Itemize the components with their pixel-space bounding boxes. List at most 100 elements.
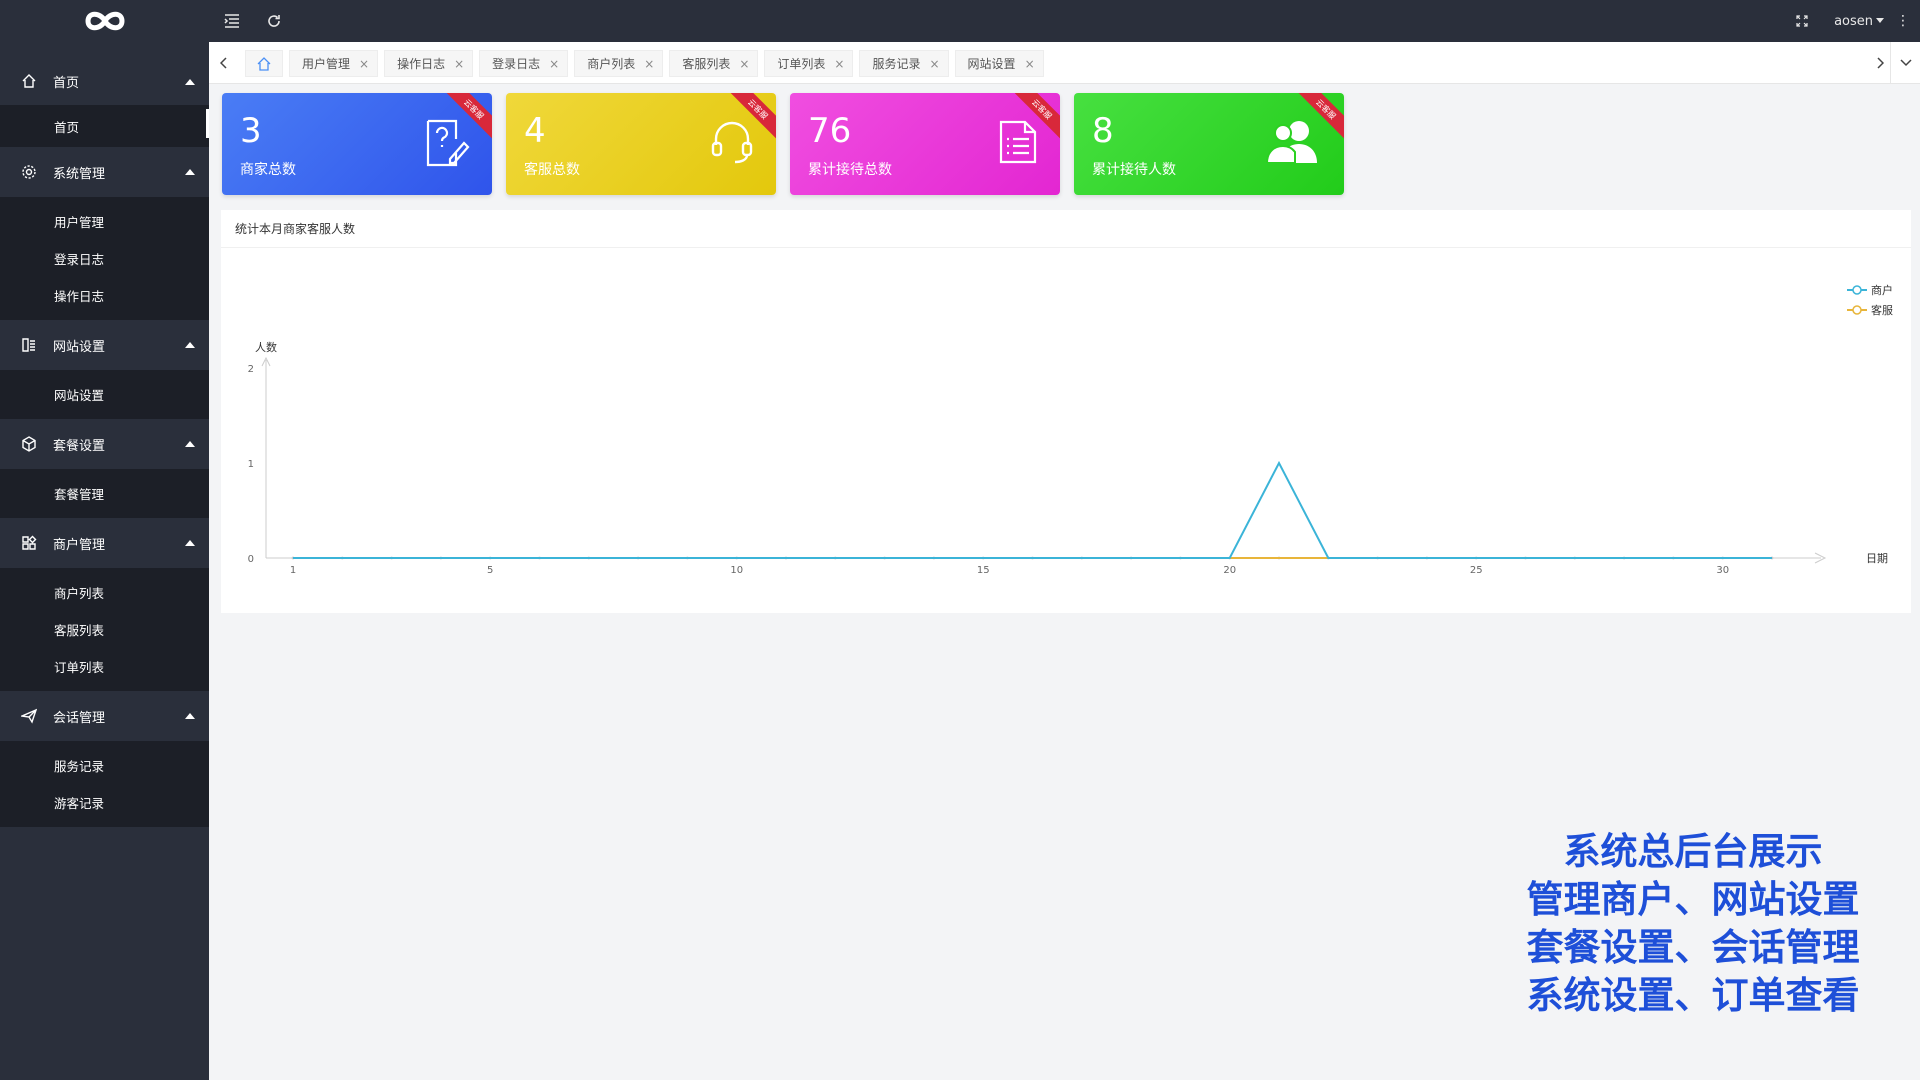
sidebar-submenu: 用户管理 登录日志 操作日志 [0,197,209,320]
fullscreen-icon[interactable] [1792,0,1812,42]
more-icon[interactable]: ⋮ [1896,0,1910,42]
caret-up-icon [185,169,195,175]
sidebar-group-label: 会话管理 [53,710,106,726]
stat-label: 商家总数 [240,162,296,178]
infinity-logo-icon [84,11,125,31]
sidebar-group-package[interactable]: 套餐设置 [0,419,209,469]
tab-label: 登录日志 [492,57,541,71]
sidebar-item-merchant-list[interactable]: 商户列表 [0,574,209,611]
gear-icon [20,163,38,181]
apps-icon [20,534,38,552]
close-icon[interactable]: × [739,57,749,71]
sidebar-item-visitor-records[interactable]: 游客记录 [0,784,209,821]
caption-line: 系统设置、订单查看 [1526,974,1860,1017]
y-tick-label: 0 [248,554,254,565]
tab-service-records[interactable]: 服务记录 × [859,50,949,77]
send-icon [20,707,38,725]
sidebar-item-order-list[interactable]: 订单列表 [0,648,209,685]
close-icon[interactable]: × [644,57,654,71]
sidebar-submenu: 网站设置 [0,370,209,419]
stat-label: 累计接待人数 [1092,162,1176,178]
sidebar-group-label: 商户管理 [53,537,106,553]
sidebar-item-website-settings[interactable]: 网站设置 [0,376,209,413]
sidebar-item-agent-list[interactable]: 客服列表 [0,611,209,648]
sidebar-item-label: 游客记录 [54,796,105,811]
headset-icon [711,121,753,164]
sidebar-item-operation-log[interactable]: 操作日志 [0,277,209,314]
sidebar-item-package-management[interactable]: 套餐管理 [0,475,209,512]
close-icon[interactable]: × [1025,57,1035,71]
stat-card-merchants[interactable]: 3 商家总数 云客服 [222,93,492,195]
line-chart: 商户客服 人数日期0121 5 10 15 20 25 30 [248,283,1893,576]
promo-caption: 系统总后台展示 管理商户、网站设置 套餐设置、会话管理 系统设置、订单查看 [1488,828,1898,1020]
sidebar-group-home[interactable]: 首页 [0,57,209,105]
tab-login-log[interactable]: 登录日志 × [479,50,569,77]
sidebar-group-label: 网站设置 [53,339,106,355]
tab-scroll-left-icon[interactable] [209,42,239,84]
tab-user-management[interactable]: 用户管理 × [289,50,379,77]
sidebar-item-label: 网站设置 [54,388,105,403]
document-icon [999,120,1037,164]
tab-home[interactable] [245,50,283,77]
legend-marker [1852,285,1862,295]
close-icon[interactable]: × [834,57,844,71]
sidebar-submenu: 商户列表 客服列表 订单列表 [0,568,209,691]
series-line [293,460,1772,559]
chart-panel: 统计本月商家客服人数 商户 客服 人数 日期 0 1 2 1 5 10 15 20 25 30 [221,210,1911,613]
tab-bar: 用户管理 × 操作日志 × 登录日志 × 商户列表 × 客服列表 × 订单列表 × 服务记录… [209,42,1920,84]
x-tick-label: 10 [730,565,743,576]
tab-order-list[interactable]: 订单列表 × [764,50,854,77]
sidebar-group-website[interactable]: 网站设置 [0,320,209,370]
y-tick-label: 1 [248,459,254,470]
sidebar-item-user-management[interactable]: 用户管理 [0,203,209,240]
user-name: aosen [1834,13,1873,29]
tab-website-settings[interactable]: 网站设置 × [954,50,1044,77]
menu-toggle-icon[interactable] [222,0,242,42]
sidebar-group-system[interactable]: 系统管理 [0,147,209,197]
stat-card-visitors[interactable]: 8 累计接待人数 云客服 [1074,93,1344,195]
stat-card-agents[interactable]: 4 客服总数 云客服 [506,93,776,195]
user-menu[interactable]: aosen [1834,0,1884,42]
website-icon [20,336,38,354]
sidebar-item-label: 订单列表 [54,660,105,675]
close-icon[interactable]: × [359,57,369,71]
stat-card-total-served[interactable]: 76 累计接待总数 云客服 [790,93,1060,195]
sidebar-item-label: 登录日志 [54,252,105,267]
sidebar-submenu: 首页 [0,105,209,147]
stat-value: 4 [524,111,546,151]
tab-label: 服务记录 [872,57,921,71]
close-icon[interactable]: × [549,57,559,71]
sidebar-item-home[interactable]: 首页 [0,105,209,147]
sidebar-item-label: 用户管理 [54,215,105,230]
home-icon [20,72,38,90]
close-icon[interactable]: × [929,57,939,71]
close-icon[interactable]: × [454,57,464,71]
tab-agent-list[interactable]: 客服列表 × [669,50,759,77]
caption-line: 系统总后台展示 [1563,830,1823,873]
x-axis-label: 日期 [1866,552,1888,565]
tab-label: 商户列表 [587,57,636,71]
tab-dropdown-icon[interactable] [1890,42,1920,84]
tab-operation-log[interactable]: 操作日志 × [384,50,474,77]
tab-merchant-list[interactable]: 商户列表 × [574,50,664,77]
legend-label: 客服 [1871,303,1893,317]
refresh-icon[interactable] [264,0,284,42]
stat-label: 客服总数 [524,162,580,178]
sidebar-submenu: 套餐管理 [0,469,209,518]
tab-label: 用户管理 [302,57,351,71]
logo[interactable] [0,0,209,42]
tabs: 用户管理 × 操作日志 × 登录日志 × 商户列表 × 客服列表 × 订单列表 × 服务记录… [245,50,1044,77]
x-tick-label: 30 [1716,565,1729,576]
caption-line: 管理商户、网站设置 [1526,878,1860,921]
sidebar-item-label: 服务记录 [54,759,105,774]
caret-up-icon [185,79,195,85]
sidebar-item-label: 客服列表 [54,623,105,638]
sidebar-group-merchant[interactable]: 商户管理 [0,518,209,568]
sidebar-item-login-log[interactable]: 登录日志 [0,240,209,277]
tab-label: 操作日志 [397,57,446,71]
panel-title: 统计本月商家客服人数 [221,210,1911,248]
y-axis-label: 人数 [255,341,277,354]
sidebar-group-session[interactable]: 会话管理 [0,691,209,741]
users-icon [1266,121,1317,163]
sidebar-item-service-records[interactable]: 服务记录 [0,747,209,784]
